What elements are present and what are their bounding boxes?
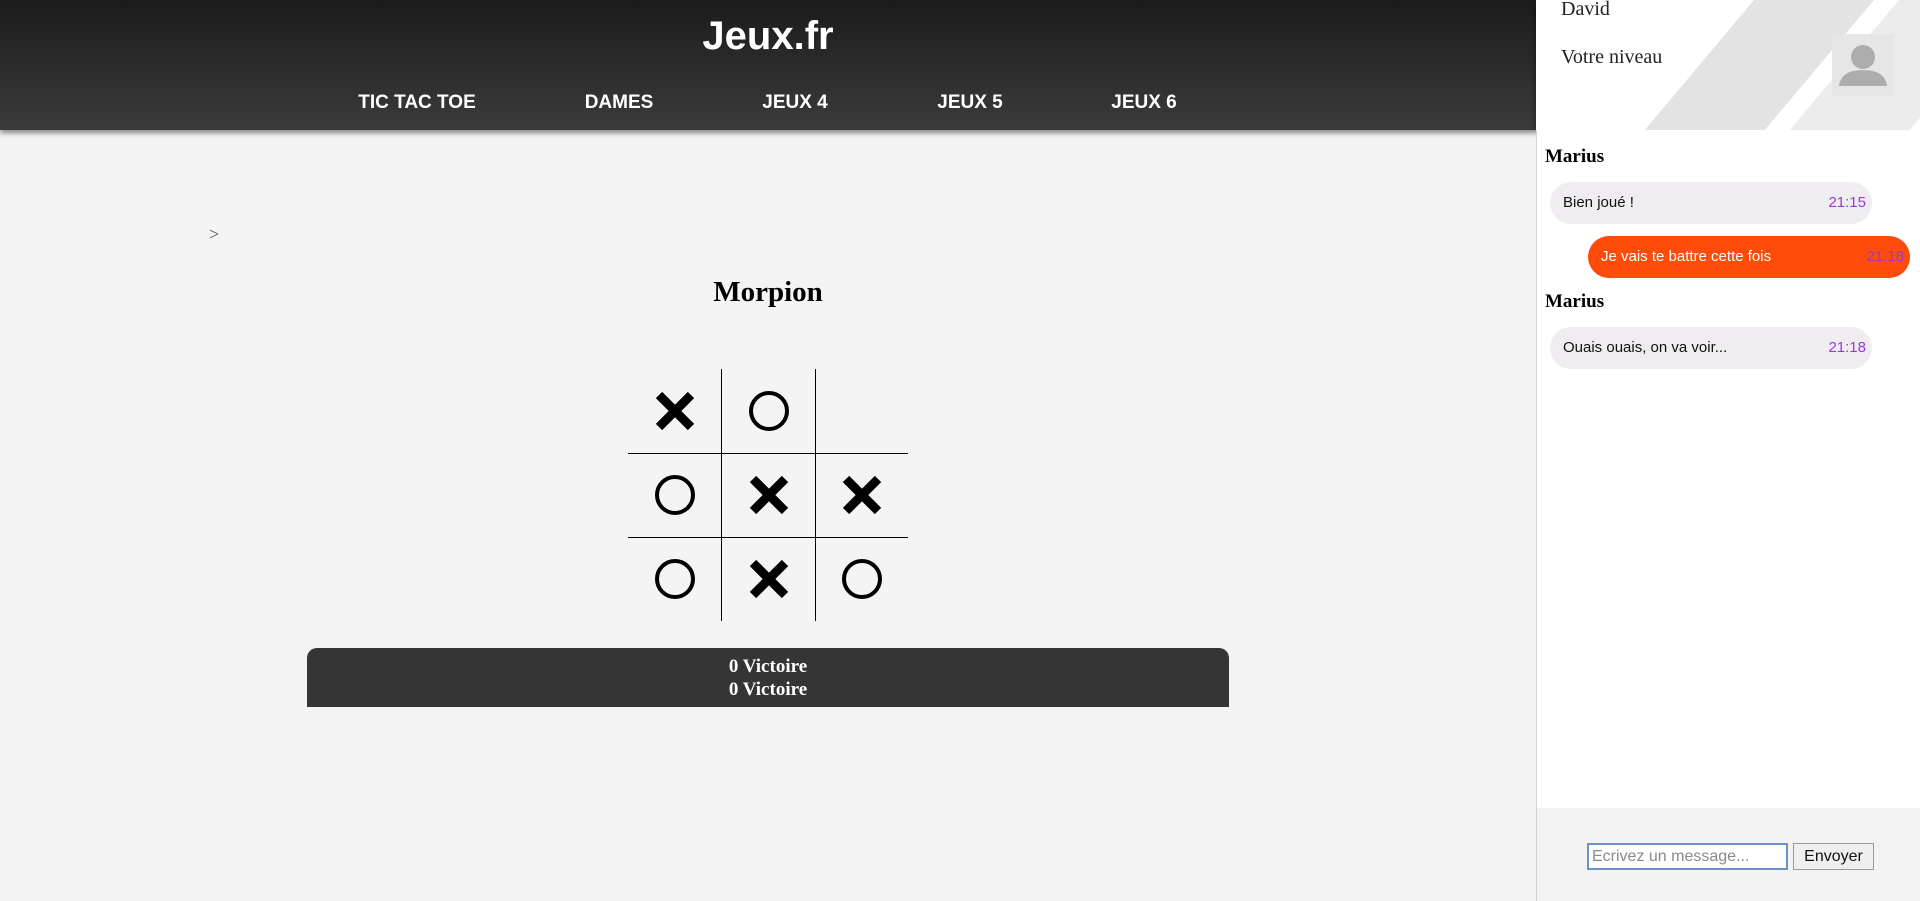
message-time: 21:18 xyxy=(1866,248,1904,265)
nav-item-jeux-5[interactable]: JEUX 5 xyxy=(890,92,1050,114)
chat-composer: Envoyer xyxy=(1536,808,1920,901)
board-cell[interactable] xyxy=(722,537,815,621)
x-mark-icon xyxy=(749,559,788,599)
nav-item-jeux-4[interactable]: JEUX 4 xyxy=(715,92,875,114)
player-2-score: 0 Victoire xyxy=(728,679,808,700)
user-name: David xyxy=(1561,0,1610,20)
site-header: Jeux.fr TIC TAC TOE DAMES JEUX 4 JEUX 5 … xyxy=(0,0,1536,130)
board-cell[interactable] xyxy=(815,453,908,537)
x-mark-icon xyxy=(749,475,788,515)
main-nav: TIC TAC TOE DAMES JEUX 4 JEUX 5 JEUX 6 xyxy=(0,92,1536,118)
send-button[interactable]: Envoyer xyxy=(1793,843,1874,870)
message-sender: Marius xyxy=(1545,146,1605,167)
nav-item-dames[interactable]: DAMES xyxy=(539,92,699,114)
nav-item-tic-tac-toe[interactable]: TIC TAC TOE xyxy=(337,92,497,114)
o-mark-icon xyxy=(748,391,789,431)
o-mark-icon xyxy=(655,475,695,515)
message-bubble-outgoing: Je vais te battre cette fois 21:18 xyxy=(1588,236,1910,278)
score-bar: 0 Victoire 0 Victoire xyxy=(307,648,1229,707)
message-time: 21:15 xyxy=(1828,194,1866,211)
message-input[interactable] xyxy=(1587,843,1788,870)
board-cell[interactable] xyxy=(628,369,721,453)
board-cell[interactable] xyxy=(722,369,815,453)
user-silhouette-icon xyxy=(1839,45,1887,86)
board-cell[interactable] xyxy=(722,453,815,537)
nav-item-jeux-6[interactable]: JEUX 6 xyxy=(1064,92,1224,114)
message-sender: Marius xyxy=(1545,291,1605,312)
board-cell[interactable] xyxy=(628,453,721,537)
message-time: 21:18 xyxy=(1828,339,1866,356)
breadcrumb-arrow[interactable]: > xyxy=(209,224,219,245)
tic-tac-toe-board xyxy=(628,369,908,621)
chat-panel: Marius Bien joué ! 21:15 Je vais te batt… xyxy=(1536,130,1920,901)
o-mark-icon xyxy=(655,559,695,599)
player-1-score: 0 Victoire xyxy=(728,656,808,677)
board-cell[interactable] xyxy=(628,537,721,621)
message-text: Je vais te battre cette fois xyxy=(1601,248,1772,265)
o-mark-icon xyxy=(842,559,882,599)
x-mark-icon xyxy=(842,475,882,515)
message-text: Ouais ouais, on va voir... xyxy=(1563,339,1728,356)
board-cell[interactable] xyxy=(815,369,908,453)
message-bubble-incoming: Bien joué ! 21:15 xyxy=(1550,182,1872,224)
user-card: David Votre niveau xyxy=(1536,0,1920,130)
message-text: Bien joué ! xyxy=(1563,194,1634,211)
avatar[interactable] xyxy=(1832,34,1894,96)
site-title[interactable]: Jeux.fr xyxy=(0,14,1536,59)
board-cell[interactable] xyxy=(815,537,908,621)
x-mark-icon xyxy=(655,391,695,431)
message-bubble-incoming: Ouais ouais, on va voir... 21:18 xyxy=(1550,327,1872,369)
game-title: Morpion xyxy=(713,276,823,308)
user-level-label: Votre niveau xyxy=(1561,46,1663,68)
